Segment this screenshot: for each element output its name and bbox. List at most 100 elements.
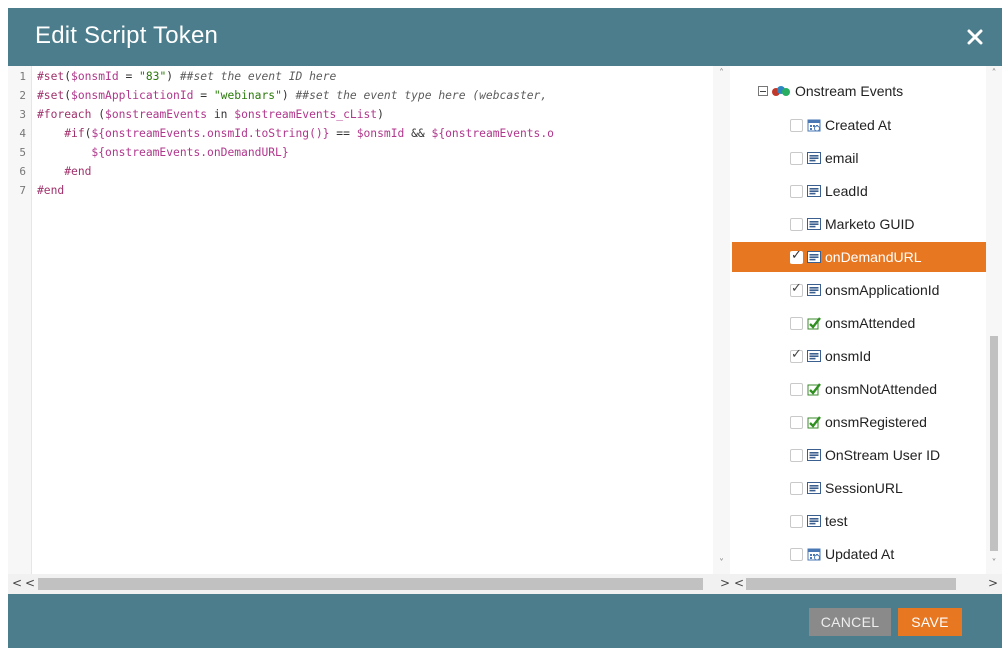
field-checkbox[interactable] xyxy=(790,382,803,396)
scroll-down-icon[interactable]: ˅ xyxy=(986,558,1002,569)
collapse-icon[interactable] xyxy=(758,86,768,96)
dialog-header: Edit Script Token xyxy=(8,8,1002,66)
script-editor[interactable]: 1234567 #set($onsmId = "83") ##set the e… xyxy=(8,66,713,574)
line-number: 4 xyxy=(19,127,26,140)
tree-item-onsmid[interactable]: onsmId xyxy=(732,341,986,371)
scroll-right-icon[interactable]: > xyxy=(988,576,998,590)
editor-horizontal-scrollbar[interactable]: < < > xyxy=(8,574,730,594)
scrollbar-thumb[interactable] xyxy=(38,578,703,590)
scroll-down-icon[interactable]: ˅ xyxy=(713,558,730,569)
code-line[interactable]: #set($onsmId = "83") ##set the event ID … xyxy=(37,69,336,84)
tree-root-label: Onstream Events xyxy=(795,83,904,99)
code-token: #foreach xyxy=(37,108,92,121)
scroll-up-icon[interactable]: ˄ xyxy=(713,68,730,79)
tree-item-onsmattended[interactable]: onsmAttended xyxy=(732,308,986,338)
scroll-left-icon[interactable]: < xyxy=(734,576,744,590)
tree-item-onstream-user-id[interactable]: OnStream User ID xyxy=(732,440,986,470)
code-token: ( xyxy=(64,70,72,83)
code-token: ) xyxy=(166,70,180,83)
field-checkbox[interactable] xyxy=(790,514,803,528)
code-token: $onsmId xyxy=(71,70,119,83)
field-checkbox[interactable] xyxy=(790,481,803,495)
code-token: $onsmApplicationId xyxy=(71,89,194,102)
code-line[interactable]: #end xyxy=(37,164,91,179)
text-field-icon xyxy=(807,283,821,297)
field-checkbox[interactable] xyxy=(790,184,803,198)
code-token: $onstreamEvents xyxy=(105,108,208,121)
scrollbar-thumb[interactable] xyxy=(990,336,998,551)
tree-item-label: LeadId xyxy=(825,183,868,199)
code-token: #end xyxy=(37,184,65,197)
calendar-icon xyxy=(807,118,821,132)
code-line[interactable]: ${onstreamEvents.onDemandURL} xyxy=(37,145,288,160)
text-field-icon xyxy=(807,448,821,462)
field-checkbox[interactable] xyxy=(790,415,803,429)
code-token: $onsmId xyxy=(356,127,405,140)
tree-item-test[interactable]: test xyxy=(732,506,986,536)
field-checkbox[interactable] xyxy=(790,547,803,561)
code-token: ) xyxy=(377,108,384,121)
code-token: in xyxy=(207,108,235,121)
scroll-up-icon[interactable]: ˄ xyxy=(986,68,1002,79)
code-token: && xyxy=(404,127,432,140)
dialog-body: 1234567 #set($onsmId = "83") ##set the e… xyxy=(8,66,1002,594)
text-field-icon xyxy=(807,250,821,264)
line-number: 5 xyxy=(19,146,26,159)
field-checkbox[interactable] xyxy=(790,151,803,165)
code-line[interactable]: #if(${onstreamEvents.onsmId.toString()} … xyxy=(37,126,554,141)
field-checkbox[interactable] xyxy=(790,118,803,132)
tree-root-onstream-events[interactable]: Onstream Events xyxy=(758,80,903,102)
tree-item-label: Marketo GUID xyxy=(825,216,915,232)
code-token: "83" xyxy=(139,70,167,83)
scrollbar-thumb[interactable] xyxy=(746,578,956,590)
field-checkbox[interactable] xyxy=(790,347,803,363)
field-checkbox[interactable] xyxy=(790,248,803,264)
tree-item-ondemandurl[interactable]: onDemandURL xyxy=(732,242,986,272)
field-checkbox[interactable] xyxy=(790,448,803,462)
tree-item-label: OnStream User ID xyxy=(825,447,941,463)
scroll-right-icon[interactable]: > xyxy=(720,576,730,590)
calendar-icon xyxy=(807,547,821,561)
tree-vertical-scrollbar[interactable]: ˄ ˅ xyxy=(986,66,1002,574)
tree-item-marketo-guid[interactable]: Marketo GUID xyxy=(732,209,986,239)
custom-object-icon xyxy=(771,84,791,98)
code-token: = xyxy=(118,70,140,83)
tree-item-label: Updated At xyxy=(825,546,895,562)
tree-item-updated-at[interactable]: Updated At xyxy=(732,539,986,569)
boolean-check-icon xyxy=(807,382,821,396)
tree-item-label: SessionURL xyxy=(825,480,903,496)
tree-item-leadid[interactable]: LeadId xyxy=(732,176,986,206)
code-token: #set xyxy=(37,89,65,102)
cancel-button[interactable]: CANCEL xyxy=(809,608,891,636)
scroll-left-icon[interactable]: < xyxy=(12,576,22,590)
tree-item-label: onsmApplicationId xyxy=(825,282,940,298)
code-token: = xyxy=(193,89,214,102)
field-checkbox[interactable] xyxy=(790,217,803,231)
field-checkbox[interactable] xyxy=(790,316,803,330)
code-line[interactable]: #set($onsmApplicationId = "webinars") ##… xyxy=(37,88,547,103)
save-button[interactable]: SAVE xyxy=(898,608,962,636)
tree-item-onsmapplicationid[interactable]: onsmApplicationId xyxy=(732,275,986,305)
tree-item-onsmnotattended[interactable]: onsmNotAttended xyxy=(732,374,986,404)
field-checkbox[interactable] xyxy=(790,281,803,297)
tree-horizontal-scrollbar[interactable]: < > xyxy=(730,574,1002,594)
tree-item-created-at[interactable]: Created At xyxy=(732,110,986,140)
line-number: 7 xyxy=(19,184,26,197)
tree-item-label: onsmId xyxy=(825,348,871,364)
tree-item-email[interactable]: email xyxy=(732,143,986,173)
close-icon[interactable] xyxy=(962,24,988,50)
text-field-icon xyxy=(807,481,821,495)
tree-item-onsmregistered[interactable]: onsmRegistered xyxy=(732,407,986,437)
scroll-left-icon[interactable]: < xyxy=(25,576,35,590)
code-line[interactable]: #end xyxy=(37,183,64,198)
tree-item-label: onsmAttended xyxy=(825,315,916,331)
code-token: ${onstreamEvents.o xyxy=(431,127,554,140)
tree-item-sessionurl[interactable]: SessionURL xyxy=(732,473,986,503)
code-token: ( xyxy=(91,108,106,121)
code-token: ( xyxy=(64,89,72,102)
dialog-footer: CANCEL SAVE xyxy=(8,594,1002,648)
code-line[interactable]: #foreach ($onstreamEvents in $onstreamEv… xyxy=(37,107,384,122)
editor-vertical-scrollbar[interactable]: ˄ ˅ xyxy=(713,66,730,574)
line-number: 6 xyxy=(19,165,26,178)
tree-item-label: Created At xyxy=(825,117,892,133)
